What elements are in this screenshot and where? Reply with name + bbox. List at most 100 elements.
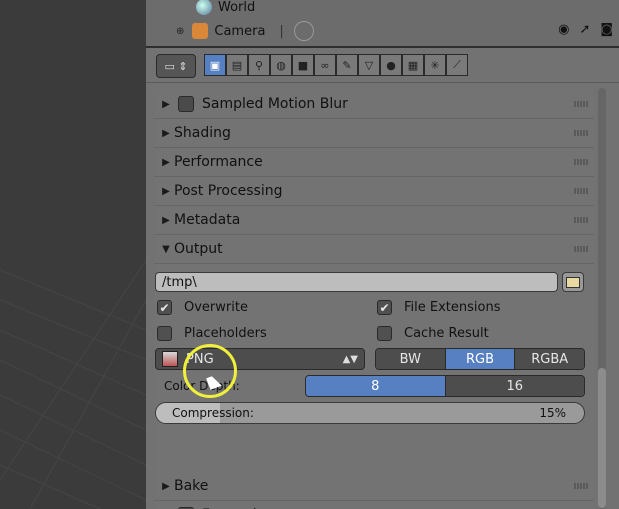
collapsed-triangle-icon: ▶ (162, 156, 170, 168)
color-mode-option-rgba[interactable]: RGBA (515, 349, 584, 369)
panel-header-performance[interactable]: ▶ Performance (154, 148, 594, 177)
outliner-item-world[interactable]: World (196, 0, 255, 18)
drag-handle-icon[interactable] (574, 101, 588, 107)
drag-handle-icon[interactable] (574, 130, 588, 136)
file-extensions-checkbox[interactable]: ✔ File Extensions (377, 300, 500, 315)
panel-header-sampled-motion-blur[interactable]: ▶ Sampled Motion Blur (154, 90, 594, 119)
panel-title: Shading (174, 125, 231, 141)
panel-header-shading[interactable]: ▶ Shading (154, 119, 594, 148)
particles-icon: ✳ (430, 58, 440, 72)
color-depth-selector: 8 16 (305, 375, 585, 397)
render-layers-icon: ▤ (231, 58, 243, 72)
world-icon (196, 0, 212, 15)
panel-title: Metadata (174, 212, 241, 228)
3d-viewport[interactable] (0, 0, 146, 509)
color-mode-selector: BW RGB RGBA (375, 348, 585, 370)
camera-object-icon (192, 23, 209, 39)
tab-constraints[interactable]: ∞ (314, 54, 336, 76)
outliner-item-label: World (218, 0, 256, 15)
modifiers-icon: ✎ (342, 58, 352, 72)
viewport-grid (0, 259, 146, 509)
placeholders-checkbox[interactable]: Placeholders (157, 326, 267, 341)
panel-header-freestyle[interactable]: ▶Freestyle (154, 501, 594, 509)
object-icon: ■ (297, 58, 309, 72)
drag-handle-icon[interactable] (574, 217, 588, 223)
constraints-icon: ∞ (320, 58, 330, 72)
tab-physics[interactable]: ⟋ (446, 54, 468, 76)
drag-handle-icon[interactable] (574, 159, 588, 165)
tab-material[interactable]: ● (380, 54, 402, 76)
separator: | (279, 23, 284, 39)
tab-render-layers[interactable]: ▤ (226, 54, 248, 76)
properties-sections: ▶ Sampled Motion Blur ▶ Shading ▶ Performance… (154, 90, 594, 509)
material-icon: ● (386, 58, 396, 72)
panel-header-metadata[interactable]: ▶ Metadata (154, 206, 594, 235)
panel-header-bake[interactable]: ▶ Bake (154, 472, 594, 501)
folder-icon (566, 276, 580, 288)
collapsed-triangle-icon: ▶ (162, 98, 170, 110)
image-format-icon (162, 351, 178, 367)
data-icon: ▽ (364, 58, 374, 72)
tab-texture[interactable]: ▦ (402, 54, 424, 76)
outliner: World ⊕ Camera | ◉ ➚ ◙ (146, 0, 619, 48)
texture-icon: ▦ (407, 58, 419, 72)
panel-header-post-processing[interactable]: ▶ Post Processing (154, 177, 594, 206)
checkbox-label: File Extensions (404, 300, 501, 315)
camera-data-icon[interactable] (293, 21, 314, 41)
properties-scrollbar[interactable] (598, 88, 606, 509)
visibility-toggles: ◉ ➚ ◙ (558, 22, 613, 37)
tab-scene[interactable]: ⚲ (248, 54, 270, 76)
properties-panel: World ⊕ Camera | ◉ ➚ ◙ ▭ ⇕ ▣ ▤ ⚲ ◍ ■ ∞ ✎ ▽ ● ▦ ✳ ⟋ … (146, 0, 619, 509)
panel-header-output[interactable]: ▼ Output (154, 235, 594, 264)
checkbox-box (377, 326, 392, 341)
panel-title: Bake (174, 478, 209, 494)
editor-type-button[interactable]: ▭ ⇕ (156, 54, 196, 78)
tab-modifiers[interactable]: ✎ (336, 54, 358, 76)
checkbox-label: Cache Result (404, 326, 489, 341)
properties-editor-icon: ▭ ⇕ (164, 59, 188, 73)
collapsed-triangle-icon: ▶ (162, 214, 170, 226)
drag-handle-icon[interactable] (574, 188, 588, 194)
tab-data[interactable]: ▽ (358, 54, 380, 76)
collapsed-triangle-icon: ▶ (162, 185, 170, 197)
color-depth-option-8[interactable]: 8 (306, 376, 446, 396)
outliner-item-label: Camera (214, 23, 266, 39)
outliner-item-camera[interactable]: ⊕ Camera | (176, 20, 314, 42)
tab-particles[interactable]: ✳ (424, 54, 446, 76)
eye-icon[interactable]: ◉ (558, 22, 569, 37)
render-icon[interactable]: ◙ (600, 22, 613, 37)
render-icon: ▣ (209, 58, 221, 72)
panel-enable-checkbox[interactable] (178, 96, 194, 112)
drag-handle-icon[interactable] (574, 483, 588, 489)
overwrite-checkbox[interactable]: ✔ Overwrite (157, 300, 248, 315)
world-icon: ◍ (276, 58, 286, 72)
compression-value: 15% (539, 406, 566, 420)
color-mode-option-bw[interactable]: BW (376, 349, 446, 369)
properties-header: ▭ ⇕ ▣ ▤ ⚲ ◍ ■ ∞ ✎ ▽ ● ▦ ✳ ⟋ (146, 48, 619, 83)
drag-handle-icon[interactable] (574, 246, 588, 252)
color-depth-option-16[interactable]: 16 (445, 376, 584, 396)
panel-title: Performance (174, 154, 263, 170)
collapsed-triangle-icon: ▶ (162, 127, 170, 139)
file-browser-button[interactable] (562, 272, 584, 292)
checkbox-box (157, 326, 172, 341)
context-tabs: ▣ ▤ ⚲ ◍ ■ ∞ ✎ ▽ ● ▦ ✳ ⟋ (204, 54, 468, 76)
tab-object[interactable]: ■ (292, 54, 314, 76)
output-path-field[interactable]: /tmp\ (155, 272, 558, 292)
checkmark-icon: ✔ (377, 300, 392, 315)
cursor-highlight-ring (183, 344, 237, 398)
panel-title: Post Processing (174, 183, 283, 199)
panel-title: Output (174, 241, 223, 257)
scrollbar-thumb[interactable] (598, 368, 606, 508)
compression-label: Compression: (172, 406, 254, 420)
dropdown-arrows-icon: ▲▼ (342, 353, 358, 365)
checkbox-label: Placeholders (184, 326, 267, 341)
compression-slider[interactable]: Compression: 15% (155, 402, 585, 424)
color-mode-option-rgb[interactable]: RGB (445, 349, 516, 369)
tab-render[interactable]: ▣ (204, 54, 226, 76)
scene-icon: ⚲ (254, 58, 264, 72)
cursor-icon[interactable]: ➚ (579, 22, 590, 37)
cache-result-checkbox[interactable]: Cache Result (377, 326, 489, 341)
tab-world[interactable]: ◍ (270, 54, 292, 76)
expand-icon[interactable]: ⊕ (176, 26, 184, 37)
